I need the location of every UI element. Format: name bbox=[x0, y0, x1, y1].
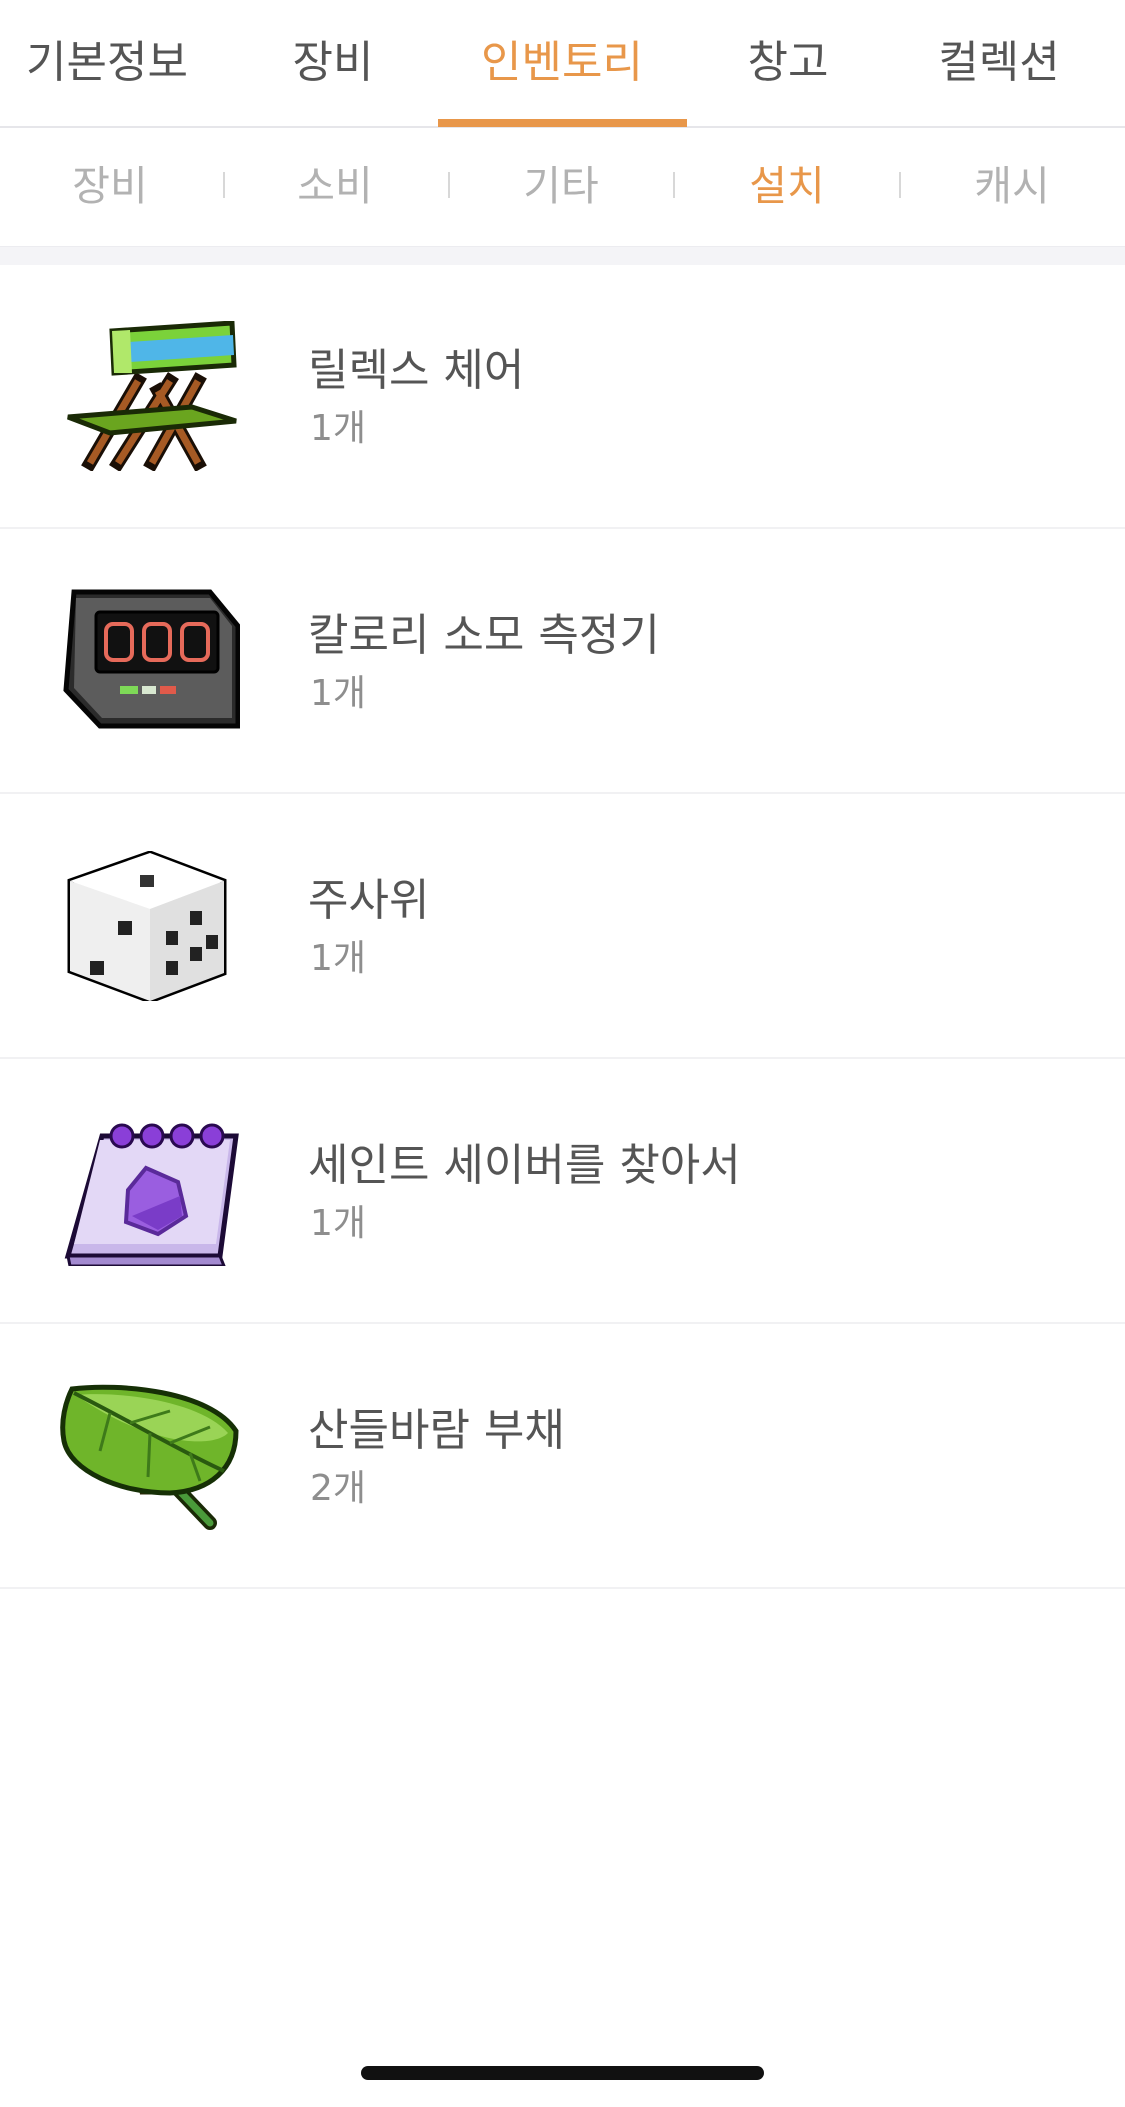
item-name: 칼로리 소모 측정기 bbox=[308, 610, 660, 661]
subtab-divider bbox=[673, 172, 675, 198]
item-count: 1개 bbox=[310, 408, 367, 449]
item-count: 1개 bbox=[310, 1203, 367, 1244]
subtab-divider bbox=[223, 172, 225, 198]
main-tab-bar: 기본정보 장비 인벤토리 창고 컬렉션 bbox=[0, 0, 1125, 128]
list-item[interactable]: 세인트 세이버를 찾아서 1개 bbox=[0, 1059, 1125, 1324]
subtab-divider bbox=[899, 172, 901, 198]
active-tab-indicator bbox=[438, 119, 687, 127]
item-list: 릴렉스 체어 1개 칼로리 소모 측정기 1개 주사위 1개 세인트 세이버를 … bbox=[0, 264, 1125, 1589]
subtab-cash[interactable]: 캐시 bbox=[974, 128, 1049, 244]
list-item[interactable]: 주사위 1개 bbox=[0, 794, 1125, 1059]
subtab-etc[interactable]: 기타 bbox=[523, 128, 598, 244]
item-name: 주사위 bbox=[308, 875, 430, 926]
item-name: 릴렉스 체어 bbox=[308, 345, 525, 396]
calorie-counter-icon bbox=[63, 589, 240, 729]
subtab-equipment[interactable]: 장비 bbox=[72, 128, 147, 244]
subtab-consumable[interactable]: 소비 bbox=[297, 128, 372, 244]
tab-collection[interactable]: 컬렉션 bbox=[938, 0, 1059, 126]
tab-basic-info[interactable]: 기본정보 bbox=[26, 0, 188, 126]
item-count: 2개 bbox=[310, 1468, 367, 1509]
list-item[interactable]: 칼로리 소모 측정기 1개 bbox=[0, 529, 1125, 794]
home-indicator[interactable] bbox=[361, 2066, 764, 2080]
dice-icon bbox=[67, 851, 227, 1001]
subtab-install[interactable]: 설치 bbox=[749, 128, 824, 244]
list-item[interactable]: 산들바람 부채 2개 bbox=[0, 1324, 1125, 1589]
subtab-divider bbox=[448, 172, 450, 198]
list-item[interactable]: 릴렉스 체어 1개 bbox=[0, 264, 1125, 529]
tab-storage[interactable]: 창고 bbox=[748, 0, 829, 126]
section-divider bbox=[0, 246, 1125, 265]
notebook-icon bbox=[64, 1123, 239, 1266]
item-name: 산들바람 부채 bbox=[308, 1405, 565, 1456]
tab-inventory[interactable]: 인벤토리 bbox=[481, 0, 643, 126]
item-name: 세인트 세이버를 찾아서 bbox=[308, 1140, 741, 1191]
item-count: 1개 bbox=[310, 938, 367, 979]
sub-tab-bar: 장비 소비 기타 설치 캐시 bbox=[0, 128, 1125, 244]
tab-equipment[interactable]: 장비 bbox=[293, 0, 374, 126]
folding-chair-icon bbox=[67, 321, 237, 471]
leaf-fan-icon bbox=[60, 1384, 239, 1530]
item-count: 1개 bbox=[310, 673, 367, 714]
